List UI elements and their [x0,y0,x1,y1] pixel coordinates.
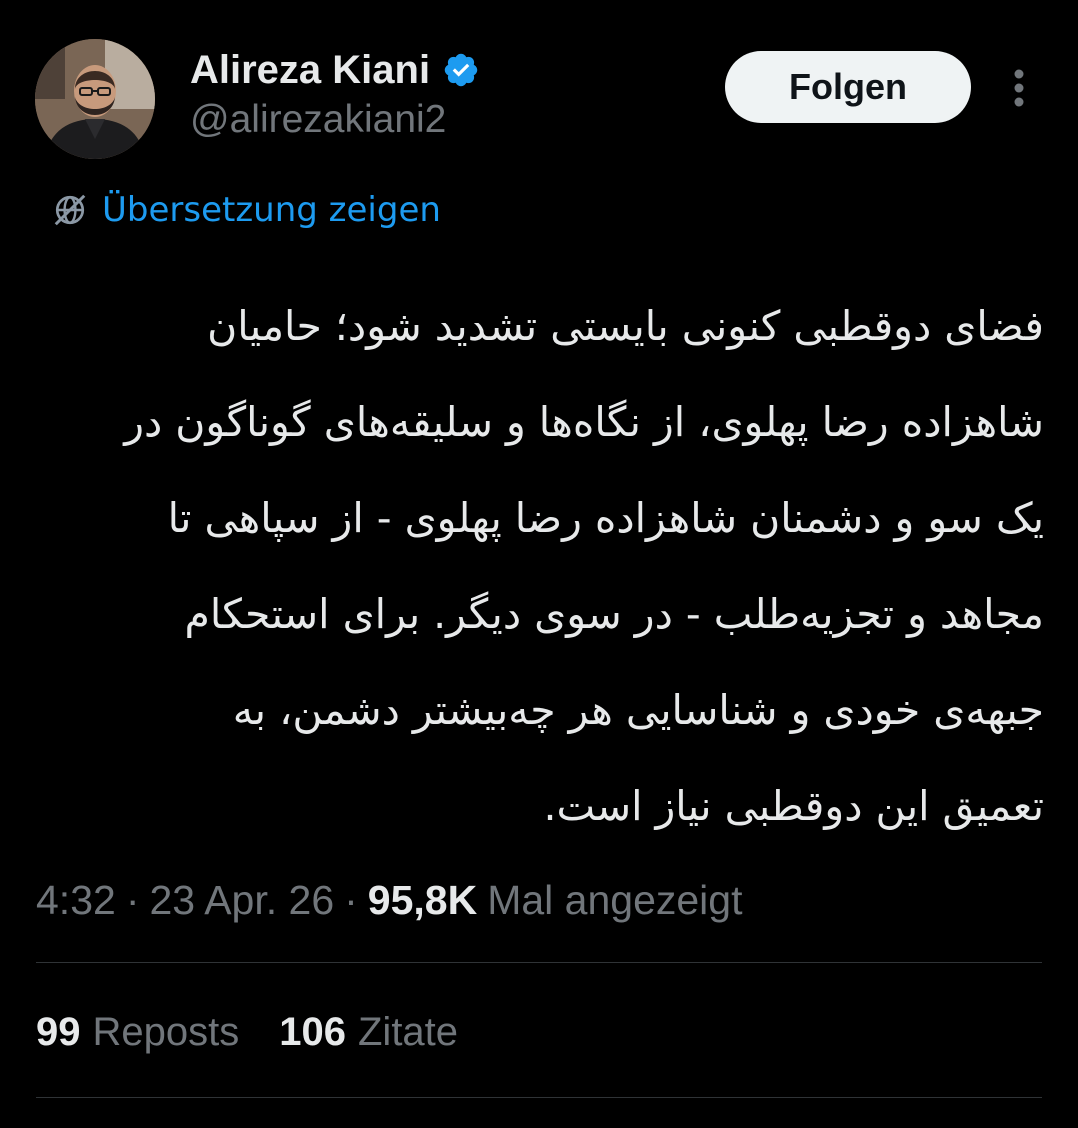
more-button[interactable] [998,62,1040,114]
tweet-text-line: جبهه‌ی خودی و شناسایی هر چه‌بیشتر دشمن، … [232,686,1044,734]
meta-separator: · [125,876,140,923]
tweet-meta: 4:32 · 23 Apr. 26 · 95,8K Mal angezeigt [36,872,743,928]
follow-button[interactable]: Folgen [725,51,971,123]
quotes-count: 106 [279,1009,346,1054]
tweet-stats: 99 Reposts 106 Zitate [36,1004,498,1060]
author-name-row: Alireza Kiani [190,44,480,96]
tweet-text-line: مجاهد و تجزیه‌طلب - در سوی دیگر. برای اس… [184,590,1044,638]
reposts-stat[interactable]: 99 Reposts [36,1010,239,1055]
tweet-time[interactable]: 4:32 [36,877,116,924]
reposts-count: 99 [36,1009,81,1054]
divider [36,1097,1042,1098]
tweet-text-line: فضای دوقطبی کنونی بایستی تشدید شود؛ حامی… [207,302,1044,350]
profile-photo [35,39,155,159]
divider [36,962,1042,963]
author-display-name[interactable]: Alireza Kiani [190,48,430,93]
reposts-label: Reposts [92,1009,240,1054]
author-handle[interactable]: @alirezakiani2 [190,98,446,142]
views-count: 95,8K [367,876,478,923]
translate-row[interactable]: Übersetzung zeigen [52,186,441,234]
avatar[interactable] [35,39,155,159]
show-translation-link[interactable]: Übersetzung zeigen [102,190,441,230]
tweet-text: فضای دوقطبی کنونی بایستی تشدید شود؛ حامی… [30,278,1044,854]
quotes-stat[interactable]: 106 Zitate [279,1010,458,1055]
verified-badge-icon[interactable] [442,51,480,89]
views-label: Mal angezeigt [487,876,743,923]
meta-separator: · [344,876,358,923]
tweet-date[interactable]: 23 Apr. 26 [149,877,334,924]
tweet-text-line: تعمیق این دوقطبی نیاز است. [543,782,1044,830]
tweet-text-line: شاهزاده رضا پهلوی، از نگاه‌ها و سلیقه‌ها… [124,398,1044,446]
translate-globe-icon [54,194,86,226]
quotes-label: Zitate [358,1009,459,1054]
more-vertical-icon [1014,69,1024,107]
tweet-text-line: یک سو و دشمنان شاهزاده رضا پهلوی - از سپ… [167,494,1044,542]
